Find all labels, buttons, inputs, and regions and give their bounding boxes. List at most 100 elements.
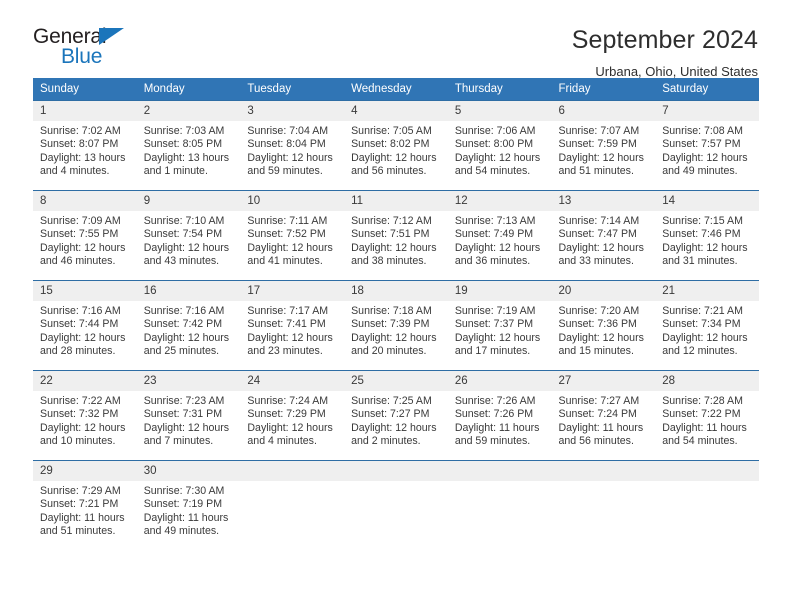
day-cell[interactable]: 15 Sunrise: 7:16 AM Sunset: 7:44 PM Dayl… bbox=[33, 280, 137, 371]
day-details: Sunrise: 7:20 AM Sunset: 7:36 PM Dayligh… bbox=[552, 301, 656, 358]
day-cell-empty bbox=[655, 460, 759, 549]
day-cell[interactable]: 26 Sunrise: 7:26 AM Sunset: 7:26 PM Dayl… bbox=[447, 370, 552, 461]
day-details: Sunrise: 7:09 AM Sunset: 7:55 PM Dayligh… bbox=[33, 211, 137, 268]
daylight-text-line2: and 31 minutes. bbox=[662, 254, 738, 267]
daylight-text-line1: Daylight: 12 hours bbox=[247, 241, 333, 254]
day-details: Sunrise: 7:03 AM Sunset: 8:05 PM Dayligh… bbox=[137, 121, 241, 178]
sunset-text: Sunset: 7:59 PM bbox=[558, 138, 637, 151]
day-cell[interactable]: 11 Sunrise: 7:12 AM Sunset: 7:51 PM Dayl… bbox=[344, 190, 448, 281]
day-number: 11 bbox=[344, 191, 448, 211]
day-details: Sunrise: 7:10 AM Sunset: 7:54 PM Dayligh… bbox=[137, 211, 241, 268]
daylight-text-line1: Daylight: 12 hours bbox=[40, 421, 126, 434]
day-number: 10 bbox=[240, 191, 345, 211]
day-number: 20 bbox=[551, 281, 656, 301]
day-cell[interactable]: 16 Sunrise: 7:16 AM Sunset: 7:42 PM Dayl… bbox=[136, 280, 241, 371]
daylight-text-line2: and 41 minutes. bbox=[247, 254, 323, 267]
page-subtitle: Urbana, Ohio, United States bbox=[595, 63, 758, 79]
day-details: Sunrise: 7:28 AM Sunset: 7:22 PM Dayligh… bbox=[655, 391, 759, 448]
day-number: 19 bbox=[447, 281, 552, 301]
day-details: Sunrise: 7:19 AM Sunset: 7:37 PM Dayligh… bbox=[448, 301, 552, 358]
day-cell[interactable]: 25 Sunrise: 7:25 AM Sunset: 7:27 PM Dayl… bbox=[344, 370, 448, 461]
day-cell[interactable]: 29 Sunrise: 7:29 AM Sunset: 7:21 PM Dayl… bbox=[33, 460, 137, 549]
day-cell[interactable]: 2 Sunrise: 7:03 AM Sunset: 8:05 PM Dayli… bbox=[136, 100, 241, 191]
day-number: 14 bbox=[655, 191, 759, 211]
day-details: Sunrise: 7:07 AM Sunset: 7:59 PM Dayligh… bbox=[552, 121, 656, 178]
sunset-text: Sunset: 7:24 PM bbox=[558, 408, 637, 421]
day-cell[interactable]: 17 Sunrise: 7:17 AM Sunset: 7:41 PM Dayl… bbox=[240, 280, 345, 371]
sunset-text: Sunset: 7:32 PM bbox=[40, 408, 119, 421]
day-cell[interactable]: 3 Sunrise: 7:04 AM Sunset: 8:04 PM Dayli… bbox=[240, 100, 345, 191]
sunrise-text: Sunrise: 7:14 AM bbox=[558, 215, 640, 227]
day-cell[interactable]: 14 Sunrise: 7:15 AM Sunset: 7:46 PM Dayl… bbox=[655, 190, 759, 281]
daylight-text-line1: Daylight: 12 hours bbox=[558, 331, 644, 344]
daylight-text-line2: and 1 minute. bbox=[143, 164, 208, 177]
day-number: 8 bbox=[33, 191, 137, 211]
day-details: Sunrise: 7:14 AM Sunset: 7:47 PM Dayligh… bbox=[552, 211, 656, 268]
day-cell-empty bbox=[240, 460, 345, 549]
day-cell[interactable]: 19 Sunrise: 7:19 AM Sunset: 7:37 PM Dayl… bbox=[447, 280, 552, 371]
daylight-text-line1: Daylight: 12 hours bbox=[143, 241, 230, 254]
sunset-text: Sunset: 8:04 PM bbox=[247, 138, 326, 151]
page-header: General Blue September 2024 Urbana, Ohio… bbox=[0, 0, 792, 79]
sunset-text: Sunset: 7:26 PM bbox=[454, 408, 534, 421]
day-number: 25 bbox=[344, 371, 448, 391]
day-number: 15 bbox=[33, 281, 137, 301]
daylight-text-line2: and 51 minutes. bbox=[40, 524, 116, 537]
daylight-text-line2: and 56 minutes. bbox=[558, 434, 634, 447]
day-cell[interactable]: 23 Sunrise: 7:23 AM Sunset: 7:31 PM Dayl… bbox=[136, 370, 241, 461]
sunrise-text: Sunrise: 7:23 AM bbox=[143, 395, 225, 407]
daylight-text-line1: Daylight: 11 hours bbox=[454, 421, 540, 434]
daylight-text-line2: and 56 minutes. bbox=[351, 164, 427, 177]
day-cell[interactable]: 18 Sunrise: 7:18 AM Sunset: 7:39 PM Dayl… bbox=[344, 280, 448, 371]
day-details: Sunrise: 7:18 AM Sunset: 7:39 PM Dayligh… bbox=[344, 301, 448, 358]
week-row: 1 Sunrise: 7:02 AM Sunset: 8:07 PM Dayli… bbox=[33, 100, 759, 191]
sunset-text: Sunset: 7:49 PM bbox=[454, 228, 534, 241]
day-cell[interactable]: 9 Sunrise: 7:10 AM Sunset: 7:54 PM Dayli… bbox=[136, 190, 241, 281]
daylight-text-line2: and 54 minutes. bbox=[454, 164, 531, 177]
sunrise-text: Sunrise: 7:04 AM bbox=[247, 125, 329, 137]
daylight-text-line2: and 10 minutes. bbox=[40, 434, 116, 447]
day-cell[interactable]: 8 Sunrise: 7:09 AM Sunset: 7:55 PM Dayli… bbox=[33, 190, 137, 281]
day-cell[interactable]: 6 Sunrise: 7:07 AM Sunset: 7:59 PM Dayli… bbox=[551, 100, 656, 191]
sunset-text: Sunset: 7:46 PM bbox=[662, 228, 741, 241]
day-cell[interactable]: 22 Sunrise: 7:22 AM Sunset: 7:32 PM Dayl… bbox=[33, 370, 137, 461]
logo-triangle-icon bbox=[99, 28, 124, 45]
day-cell[interactable]: 5 Sunrise: 7:06 AM Sunset: 8:00 PM Dayli… bbox=[447, 100, 552, 191]
sunrise-text: Sunrise: 7:19 AM bbox=[454, 305, 536, 317]
day-cell[interactable]: 13 Sunrise: 7:14 AM Sunset: 7:47 PM Dayl… bbox=[551, 190, 656, 281]
sunset-text: Sunset: 7:27 PM bbox=[351, 408, 430, 421]
day-details: Sunrise: 7:06 AM Sunset: 8:00 PM Dayligh… bbox=[448, 121, 552, 178]
day-cell[interactable]: 10 Sunrise: 7:11 AM Sunset: 7:52 PM Dayl… bbox=[240, 190, 345, 281]
sunrise-text: Sunrise: 7:28 AM bbox=[662, 395, 743, 407]
day-cell[interactable]: 1 Sunrise: 7:02 AM Sunset: 8:07 PM Dayli… bbox=[33, 100, 137, 191]
day-cell[interactable]: 20 Sunrise: 7:20 AM Sunset: 7:36 PM Dayl… bbox=[551, 280, 656, 371]
sunrise-text: Sunrise: 7:18 AM bbox=[351, 305, 432, 317]
daylight-text-line2: and 23 minutes. bbox=[247, 344, 323, 357]
day-cell[interactable]: 21 Sunrise: 7:21 AM Sunset: 7:34 PM Dayl… bbox=[655, 280, 759, 371]
daylight-text-line1: Daylight: 12 hours bbox=[247, 421, 333, 434]
day-details: Sunrise: 7:30 AM Sunset: 7:19 PM Dayligh… bbox=[137, 481, 241, 538]
sunset-text: Sunset: 7:21 PM bbox=[40, 498, 119, 511]
week-row: 29 Sunrise: 7:29 AM Sunset: 7:21 PM Dayl… bbox=[33, 460, 759, 549]
daylight-text-line1: Daylight: 11 hours bbox=[558, 421, 644, 434]
sunrise-text: Sunrise: 7:09 AM bbox=[40, 215, 121, 227]
sunset-text: Sunset: 7:22 PM bbox=[662, 408, 741, 421]
day-cell[interactable]: 4 Sunrise: 7:05 AM Sunset: 8:02 PM Dayli… bbox=[344, 100, 448, 191]
day-cell[interactable]: 12 Sunrise: 7:13 AM Sunset: 7:49 PM Dayl… bbox=[447, 190, 552, 281]
daylight-text-line1: Daylight: 12 hours bbox=[351, 241, 437, 254]
sunset-text: Sunset: 7:51 PM bbox=[351, 228, 430, 241]
day-cell[interactable]: 27 Sunrise: 7:27 AM Sunset: 7:24 PM Dayl… bbox=[551, 370, 656, 461]
generalblue-logo[interactable]: General Blue bbox=[33, 26, 145, 72]
day-cell[interactable]: 7 Sunrise: 7:08 AM Sunset: 7:57 PM Dayli… bbox=[655, 100, 759, 191]
day-cell[interactable]: 30 Sunrise: 7:30 AM Sunset: 7:19 PM Dayl… bbox=[136, 460, 241, 549]
daylight-text-line1: Daylight: 12 hours bbox=[558, 241, 644, 254]
sunset-text: Sunset: 7:47 PM bbox=[558, 228, 637, 241]
day-cell[interactable]: 28 Sunrise: 7:28 AM Sunset: 7:22 PM Dayl… bbox=[655, 370, 759, 461]
sunrise-text: Sunrise: 7:03 AM bbox=[143, 125, 225, 137]
daylight-text-line2: and 17 minutes. bbox=[454, 344, 531, 357]
day-number: 3 bbox=[240, 101, 345, 121]
day-cell[interactable]: 24 Sunrise: 7:24 AM Sunset: 7:29 PM Dayl… bbox=[240, 370, 345, 461]
day-number: 17 bbox=[240, 281, 345, 301]
sunrise-text: Sunrise: 7:30 AM bbox=[143, 485, 225, 497]
day-details: Sunrise: 7:02 AM Sunset: 8:07 PM Dayligh… bbox=[33, 121, 137, 178]
